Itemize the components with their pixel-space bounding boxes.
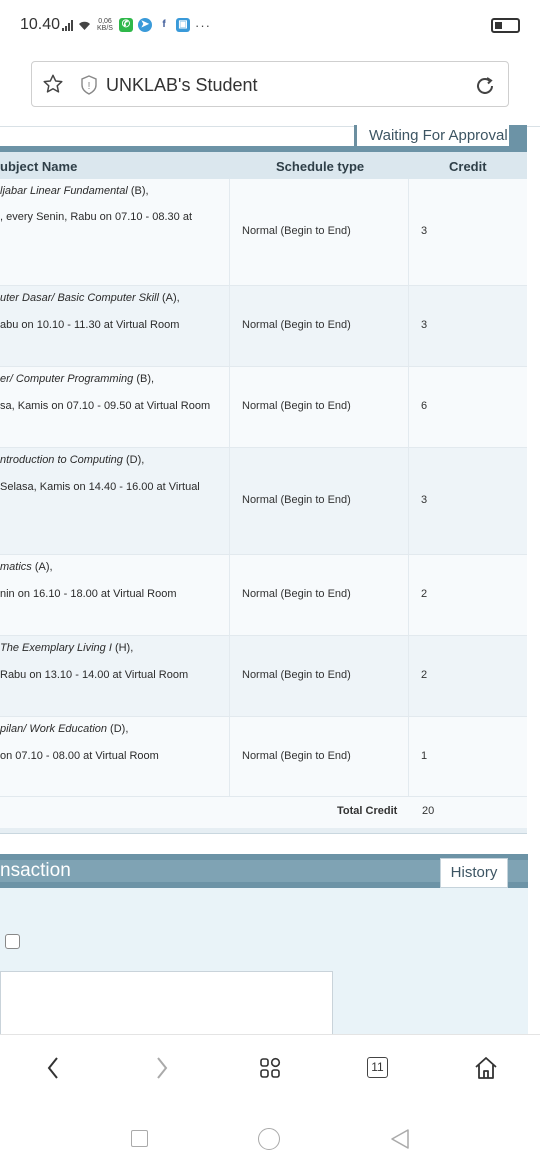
subject-name: matics (A), bbox=[0, 561, 53, 573]
column-divider bbox=[229, 636, 230, 716]
telegram-icon: ➤ bbox=[138, 18, 152, 32]
site-info-icon[interactable]: ! bbox=[80, 75, 98, 95]
page-content: Waiting For Approval ubject Name Schedul… bbox=[0, 112, 540, 1034]
credit-value: 6 bbox=[421, 400, 428, 412]
subject-name: pilan/ Work Education (D), bbox=[0, 723, 129, 735]
column-divider bbox=[408, 367, 409, 447]
transaction-panel: nsaction History bbox=[0, 854, 528, 1034]
column-divider bbox=[408, 555, 409, 635]
schedule-type: Normal (Begin to End) bbox=[242, 400, 351, 412]
net-speed: 0,06 KB/S bbox=[97, 18, 113, 32]
column-divider bbox=[408, 448, 409, 554]
credit-value: 2 bbox=[421, 669, 428, 681]
column-divider bbox=[408, 717, 409, 796]
approval-status-label: Waiting For Approval bbox=[369, 127, 508, 144]
schedule-type: Normal (Begin to End) bbox=[242, 225, 351, 237]
status-icons: 0,06 KB/S ✆ ➤ f ▣ ··· bbox=[62, 17, 211, 33]
subject-time: sa, Kamis on 07.10 - 09.50 at Virtual Ro… bbox=[0, 400, 211, 412]
transaction-checkbox[interactable] bbox=[5, 934, 20, 949]
table-row: er/ Computer Programming (B), sa, Kamis … bbox=[0, 367, 527, 448]
star-icon[interactable] bbox=[42, 73, 64, 95]
subject-name: The Exemplary Living I (H), bbox=[0, 642, 134, 654]
forward-arrow-icon[interactable] bbox=[148, 1055, 174, 1081]
column-credit: Credit bbox=[449, 159, 487, 174]
tabs-count-button[interactable]: 11 bbox=[367, 1057, 388, 1078]
subject-time: nin on 16.10 - 18.00 at Virtual Room bbox=[0, 588, 177, 600]
schedule-type: Normal (Begin to End) bbox=[242, 750, 351, 762]
table-header: ubject Name Schedule type Credit bbox=[0, 146, 527, 179]
subject-name: ntroduction to Computing (D), bbox=[0, 454, 145, 466]
home-button[interactable] bbox=[258, 1128, 280, 1150]
column-subject-name: ubject Name bbox=[0, 159, 78, 174]
column-divider bbox=[229, 179, 230, 285]
table-row: pilan/ Work Education (D), on 07.10 - 08… bbox=[0, 717, 527, 797]
column-divider bbox=[229, 717, 230, 796]
panel-bottom-border bbox=[0, 828, 527, 834]
subject-name: uter Dasar/ Basic Computer Skill (A), bbox=[0, 292, 180, 304]
column-divider bbox=[408, 179, 409, 285]
signal-icon bbox=[62, 19, 73, 31]
total-credit-value: 20 bbox=[422, 805, 435, 817]
total-credit-label: Total Credit bbox=[337, 805, 398, 817]
schedule-type: Normal (Begin to End) bbox=[242, 669, 351, 681]
system-navigation-bar bbox=[0, 1100, 540, 1170]
subject-name: er/ Computer Programming (B), bbox=[0, 373, 155, 385]
column-divider bbox=[408, 286, 409, 366]
app-icon: ▣ bbox=[176, 18, 190, 32]
svg-text:!: ! bbox=[88, 81, 91, 92]
column-divider bbox=[408, 636, 409, 716]
credit-value: 3 bbox=[421, 494, 428, 506]
status-time: 10.40 bbox=[20, 16, 61, 33]
back-triangle-icon[interactable] bbox=[388, 1127, 412, 1151]
subject-time: on 07.10 - 08.00 at Virtual Room bbox=[0, 750, 159, 762]
schedule-type: Normal (Begin to End) bbox=[242, 494, 351, 506]
schedule-type: Normal (Begin to End) bbox=[242, 319, 351, 331]
credit-value: 3 bbox=[421, 319, 428, 331]
menu-grid-icon[interactable] bbox=[257, 1055, 283, 1081]
credit-value: 2 bbox=[421, 588, 428, 600]
column-divider bbox=[229, 448, 230, 554]
table-row: ntroduction to Computing (D), Selasa, Ka… bbox=[0, 448, 527, 555]
home-icon[interactable] bbox=[473, 1055, 499, 1081]
reload-icon[interactable] bbox=[473, 74, 497, 98]
back-arrow-icon[interactable] bbox=[41, 1055, 67, 1081]
facebook-icon: f bbox=[157, 18, 171, 32]
credit-value: 1 bbox=[421, 750, 428, 762]
subject-time: abu on 10.10 - 11.30 at Virtual Room bbox=[0, 319, 180, 331]
subject-name: ljabar Linear Fundamental (B), bbox=[0, 185, 149, 197]
credit-value: 3 bbox=[421, 225, 428, 237]
status-bar: 10.40 0,06 KB/S ✆ ➤ f ▣ ··· bbox=[0, 0, 540, 52]
column-divider bbox=[229, 555, 230, 635]
subject-time: , every Senin, Rabu on 07.10 - 08.30 at bbox=[0, 211, 193, 223]
page-title[interactable]: UNKLAB's Student bbox=[106, 75, 258, 96]
subject-time: Rabu on 13.10 - 14.00 at Virtual Room bbox=[0, 669, 189, 681]
whatsapp-icon: ✆ bbox=[119, 18, 133, 32]
column-divider bbox=[229, 286, 230, 366]
table-row: ljabar Linear Fundamental (B), , every S… bbox=[0, 179, 527, 286]
wifi-icon bbox=[79, 21, 90, 30]
table-row: The Exemplary Living I (H), Rabu on 13.1… bbox=[0, 636, 527, 717]
table-row: uter Dasar/ Basic Computer Skill (A), ab… bbox=[0, 286, 527, 367]
subject-time: Selasa, Kamis on 14.40 - 16.00 at Virtua… bbox=[0, 481, 200, 493]
transaction-title: nsaction bbox=[0, 860, 71, 881]
browser-navigation-bar: 11 bbox=[0, 1034, 540, 1100]
history-button[interactable]: History bbox=[440, 858, 508, 888]
schedule-type: Normal (Begin to End) bbox=[242, 588, 351, 600]
recent-apps-button[interactable] bbox=[131, 1130, 148, 1147]
transaction-textarea[interactable] bbox=[0, 971, 333, 1034]
column-schedule-type: Schedule type bbox=[276, 159, 365, 174]
table-row: matics (A), nin on 16.10 - 18.00 at Virt… bbox=[0, 555, 527, 636]
battery-icon bbox=[491, 18, 520, 33]
url-bar[interactable]: ! UNKLAB's Student bbox=[31, 61, 509, 107]
column-divider bbox=[229, 367, 230, 447]
more-notifications-icon: ··· bbox=[195, 17, 211, 33]
total-credit-row: Total Credit 20 bbox=[0, 797, 527, 828]
